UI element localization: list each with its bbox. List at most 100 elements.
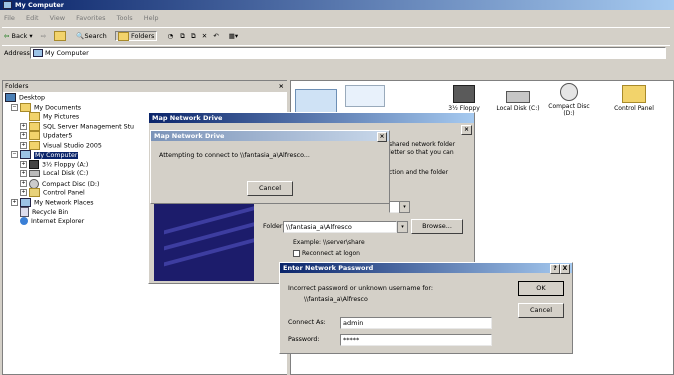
connecting-titlebar: Map Network Drive <box>151 131 389 141</box>
menu-help[interactable]: Help <box>144 14 159 22</box>
wizard-graphic <box>154 199 254 281</box>
address-label: Address <box>4 49 30 57</box>
address-bar: Address My Computer <box>2 45 670 60</box>
address-field[interactable]: My Computer <box>30 47 666 59</box>
cd-drive-icon <box>560 83 578 101</box>
folder-dropdown-button[interactable]: ▾ <box>397 221 408 233</box>
connecting-cancel-button[interactable]: Cancel <box>247 181 293 196</box>
wizard-titlebar: Map Network Drive <box>149 113 474 123</box>
drive-floppy[interactable]: 3½ Floppy <box>441 85 487 112</box>
folder-icon <box>29 112 40 121</box>
folder-icon <box>29 131 40 140</box>
recycle-bin-icon <box>20 207 29 217</box>
password-message: Incorrect password or unknown username f… <box>288 285 434 292</box>
menu-bar: File Edit View Favorites Tools Help <box>4 13 159 24</box>
password-title: Enter Network Password <box>283 264 374 272</box>
hard-drive-icon <box>29 169 40 177</box>
expand-icon[interactable]: + <box>20 141 27 149</box>
help-button[interactable]: ? <box>550 264 560 274</box>
wizard-title: Map Network Drive <box>152 114 223 122</box>
computer-icon <box>3 1 12 9</box>
toolbar: ⇦ Back ▾ ⇨ 🔍Search Folders ◔ ⧉ ⧉ ✕ ↶ ▦▾ <box>2 27 670 44</box>
connecting-dialog: Map Network Drive × Attempting to connec… <box>150 130 390 204</box>
computer-icon <box>33 49 43 57</box>
ok-button[interactable]: OK <box>518 281 564 296</box>
expand-icon[interactable]: + <box>20 122 27 130</box>
wizard-desc-2: letter so that you can <box>389 149 454 156</box>
expand-icon[interactable]: + <box>11 198 18 206</box>
connecting-title: Map Network Drive <box>154 132 225 140</box>
up-folder-icon[interactable] <box>54 31 67 41</box>
desktop-icon <box>5 93 16 102</box>
checkbox-icon <box>293 250 300 257</box>
password-input[interactable]: ***** <box>340 334 492 346</box>
close-icon[interactable]: × <box>279 81 284 92</box>
folder-label: Folder: <box>263 223 285 230</box>
menu-favorites[interactable]: Favorites <box>76 14 105 22</box>
tree-item-desktop[interactable]: Desktop <box>3 93 287 103</box>
delete-icon[interactable]: ✕ <box>202 32 207 40</box>
hard-drive-icon <box>506 91 530 103</box>
floppy-icon <box>453 85 475 103</box>
password-dialog: Enter Network Password ? X Incorrect pas… <box>279 262 573 354</box>
collapse-icon[interactable]: − <box>11 151 18 158</box>
folder-icon <box>20 102 31 112</box>
folders-icon <box>117 31 129 41</box>
forward-button[interactable]: ⇨ <box>41 32 46 40</box>
back-arrow-icon: ⇦ <box>4 32 10 40</box>
control-panel-icon <box>29 188 40 197</box>
move-to-icon[interactable]: ⧉ <box>180 32 185 40</box>
menu-view[interactable]: View <box>50 14 65 22</box>
control-panel-icon <box>622 85 646 103</box>
password-label: Password: <box>288 336 320 343</box>
connecting-close-button[interactable]: × <box>377 132 387 142</box>
expand-icon[interactable]: + <box>20 132 27 139</box>
password-close-button[interactable]: X <box>560 264 570 274</box>
computer-icon <box>20 150 31 159</box>
drive-letter-dropdown-button[interactable]: ▾ <box>399 201 410 213</box>
folders-panel-title: Folders <box>5 82 29 90</box>
history-icon[interactable]: ◔ <box>168 32 174 40</box>
menu-tools[interactable]: Tools <box>117 14 133 22</box>
drive-local-disk[interactable]: Local Disk (C:) <box>495 85 541 112</box>
banner-window-icon <box>345 85 385 107</box>
expand-icon[interactable]: + <box>20 160 27 168</box>
cd-drive-icon <box>29 178 39 189</box>
wizard-close-button[interactable]: × <box>461 125 472 135</box>
connect-as-input[interactable]: admin <box>340 317 492 329</box>
password-share-path: \\fantasia_a\Alfresco <box>304 296 368 303</box>
back-button[interactable]: ⇦ Back ▾ <box>4 32 33 40</box>
drive-compact-disc[interactable]: Compact Disc (D:) <box>546 83 592 117</box>
floppy-icon <box>29 159 39 169</box>
views-icon[interactable]: ▦▾ <box>229 32 238 40</box>
menu-file[interactable]: File <box>4 14 15 22</box>
connecting-message: Attempting to connect to \\fantasia_a\Al… <box>159 152 310 159</box>
window-title: My Computer <box>15 1 64 9</box>
wizard-desc-3: ction and the folder <box>389 169 449 176</box>
control-panel-item[interactable]: Control Panel <box>611 85 657 112</box>
copy-to-icon[interactable]: ⧉ <box>191 32 196 40</box>
tree-item-my-documents[interactable]: − My Documents <box>3 102 287 113</box>
undo-icon[interactable]: ↶ <box>213 32 218 40</box>
folders-panel-header: Folders × <box>3 81 287 92</box>
collapse-icon[interactable]: − <box>11 103 18 111</box>
folder-example: Example: \\server\share <box>293 239 365 246</box>
network-icon <box>20 197 31 207</box>
expand-icon[interactable]: + <box>20 189 27 196</box>
browse-button[interactable]: Browse... <box>411 219 463 234</box>
expand-icon[interactable]: + <box>20 169 27 177</box>
password-cancel-button[interactable]: Cancel <box>518 303 564 318</box>
folder-input[interactable]: \\fantasia_a\Alfresco <box>283 221 397 233</box>
connect-as-label: Connect As: <box>288 319 326 326</box>
folder-icon <box>29 121 40 131</box>
expand-icon[interactable]: + <box>20 180 27 187</box>
password-titlebar: Enter Network Password <box>280 263 572 273</box>
wizard-desc-1: shared network folder <box>389 141 456 148</box>
folders-button[interactable]: Folders <box>114 31 158 41</box>
window-titlebar: My Computer <box>0 0 674 10</box>
folder-icon <box>29 140 40 150</box>
internet-explorer-icon <box>20 216 28 225</box>
search-button[interactable]: 🔍Search <box>76 32 106 40</box>
menu-edit[interactable]: Edit <box>26 14 39 22</box>
reconnect-checkbox[interactable]: Reconnect at logon <box>293 250 360 257</box>
